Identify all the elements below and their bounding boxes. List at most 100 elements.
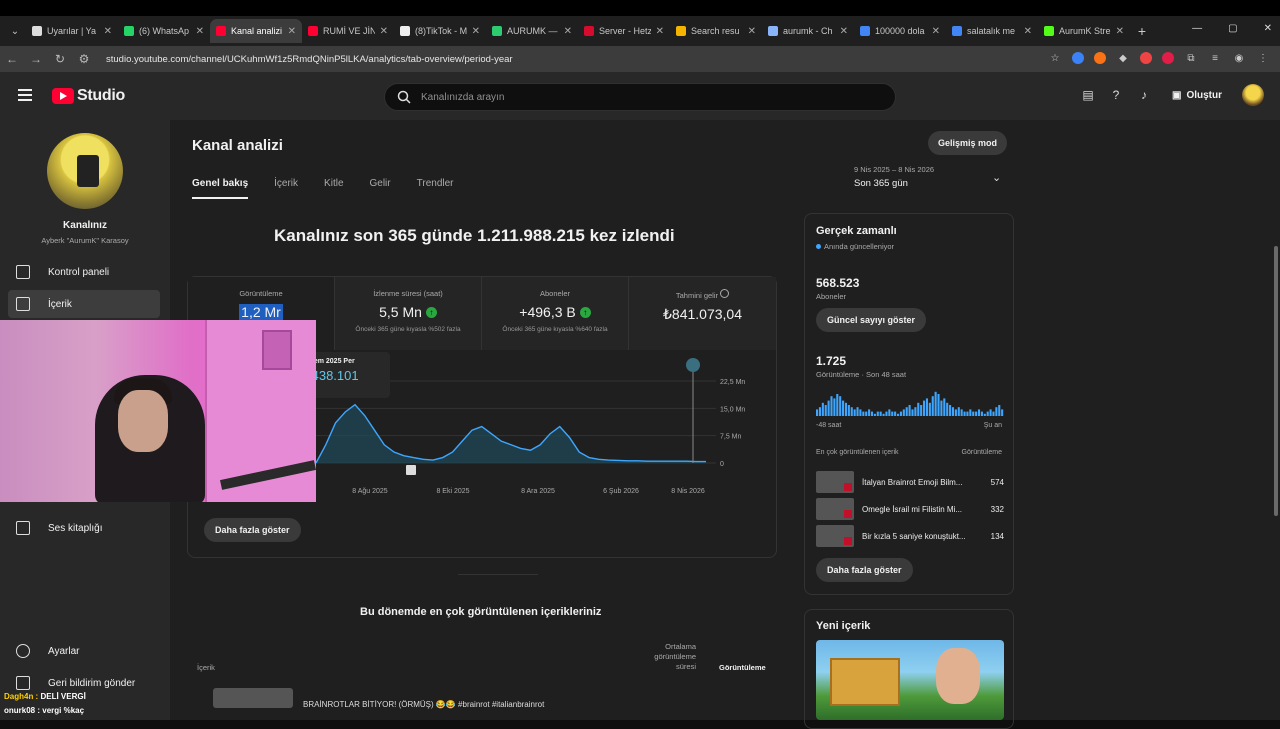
extensions-puzzle-icon[interactable]: ⧉ [1184, 51, 1198, 65]
tab-favicon-icon [860, 26, 870, 36]
webcam-face [118, 390, 168, 452]
video-views: 574 [990, 477, 1004, 487]
tab-trends[interactable]: Trendler [417, 178, 454, 199]
new-content-thumbnail[interactable] [816, 640, 1004, 720]
tab-favicon-icon [492, 26, 502, 36]
back-icon[interactable]: ← [0, 52, 24, 66]
tab-title: aurumk - Ch [783, 26, 833, 36]
realtime-row[interactable]: Omegle İsrail mi Filistin Mi... 332 [816, 498, 1004, 520]
close-tab-icon[interactable]: ✕ [472, 26, 480, 37]
sidebar-item-content[interactable]: İçerik [8, 290, 160, 318]
close-tab-icon[interactable]: ✕ [932, 26, 940, 37]
help-icon[interactable]: ? [1108, 87, 1124, 103]
sidebar-item-dashboard[interactable]: Kontrol paneli [8, 258, 160, 286]
close-tab-icon[interactable]: ✕ [1024, 26, 1032, 37]
media-controls-icon[interactable]: ≡ [1208, 51, 1222, 65]
create-button[interactable]: ▣ Oluştur [1164, 86, 1230, 105]
column-content[interactable]: İçerik [197, 663, 215, 672]
show-current-count-button[interactable]: Güncel sayıyı göster [816, 308, 927, 332]
browser-tab[interactable]: (6) WhatsAp ✕ [118, 19, 210, 43]
channel-avatar[interactable] [47, 133, 123, 209]
browser-tab[interactable]: Kanal analizi ✕ [210, 19, 302, 43]
browser-tab[interactable]: salatalık me ✕ [946, 19, 1038, 43]
metric-revenue[interactable]: Tahmini gelir ₺841.073,04 [629, 277, 776, 350]
close-tab-icon[interactable]: ✕ [748, 26, 756, 37]
close-tab-icon[interactable]: ✕ [288, 26, 296, 37]
extension-icon[interactable] [1140, 52, 1152, 64]
close-tab-icon[interactable]: ✕ [840, 26, 848, 37]
column-views[interactable]: Görüntüleme [719, 663, 766, 672]
browser-tab[interactable]: (8)TikTok - M ✕ [394, 19, 486, 43]
tab-revenue[interactable]: Gelir [370, 178, 391, 199]
realtime-row[interactable]: İtalyan Brainrot Emoji Bilm... 574 [816, 471, 1004, 493]
realtime-bar [879, 411, 882, 416]
tab-search-chevron-icon[interactable]: ⌄ [4, 20, 26, 42]
video-marker-icon[interactable] [406, 465, 416, 475]
notifications-bell-icon[interactable]: ♪ [1136, 87, 1152, 103]
browser-tab[interactable]: RUMİ VE JİN ✕ [302, 19, 394, 43]
realtime-show-more-button[interactable]: Daha fazla göster [816, 558, 913, 582]
search-input[interactable]: Kanalınızda arayın [421, 92, 504, 103]
close-tab-icon[interactable]: ✕ [380, 26, 388, 37]
close-window-icon[interactable]: ✕ [1264, 23, 1272, 34]
realtime-bar [896, 413, 900, 416]
new-tab-button[interactable]: + [1130, 23, 1154, 39]
studio-header: Studio Kanalınızda arayın ▤ ? ♪ ▣ Oluştu… [0, 72, 1280, 120]
realtime-row[interactable]: Bir kızla 5 saniye konuştukt... 134 [816, 525, 1004, 547]
tab-audience[interactable]: Kitle [324, 178, 343, 199]
extension-icon[interactable] [1072, 52, 1084, 64]
reload-icon[interactable]: ↻ [48, 52, 72, 66]
browser-tab[interactable]: AurumK Stre ✕ [1038, 19, 1130, 43]
close-tab-icon[interactable]: ✕ [564, 26, 572, 37]
browser-tab[interactable]: Server - Hetz ✕ [578, 19, 670, 43]
browser-tab[interactable]: aurumk - Ch ✕ [762, 19, 854, 43]
browser-tab[interactable]: 100000 dola ✕ [854, 19, 946, 43]
extension-icon[interactable] [1162, 52, 1174, 64]
hamburger-menu-icon[interactable] [18, 89, 32, 104]
account-avatar[interactable] [1242, 84, 1264, 106]
realtime-bar [842, 400, 845, 416]
close-tab-icon[interactable]: ✕ [196, 26, 204, 37]
sidebar-item-audio-library[interactable]: Ses kitaplığı [8, 514, 160, 542]
channel-subtitle: Ayberk "AurumK" Karasoy [41, 236, 129, 245]
menu-kebab-icon[interactable]: ⋮ [1256, 51, 1270, 65]
close-tab-icon[interactable]: ✕ [104, 26, 112, 37]
browser-tab[interactable]: Uyarılar | Ya ✕ [26, 19, 118, 43]
close-tab-icon[interactable]: ✕ [1116, 26, 1124, 37]
metric-subscribers[interactable]: Aboneler +496,3 B ↑ Önceki 365 güne kıyas… [482, 277, 629, 350]
profile-icon[interactable]: ◉ [1232, 51, 1246, 65]
tab-content[interactable]: İçerik [274, 178, 298, 199]
realtime-bar [963, 411, 966, 416]
sidebar-item-settings[interactable]: Ayarlar [8, 637, 160, 665]
scrollbar[interactable] [1274, 246, 1278, 516]
browser-tab[interactable]: AURUMK — ✕ [486, 19, 578, 43]
date-range-selector[interactable]: 9 Nis 2025 – 8 Nis 2026 Son 365 gün ⌄ [854, 165, 1001, 189]
info-icon[interactable] [720, 289, 730, 298]
column-avg-duration[interactable]: Ortalama görüntüleme süresi [640, 642, 696, 672]
site-info-icon[interactable]: ⚙ [72, 52, 96, 66]
content-title[interactable]: BRAİNROTLAR BİTİYOR! (ÖRMÜŞ) 😂😂 #brainro… [303, 700, 544, 709]
extension-icon[interactable] [1094, 52, 1106, 64]
browser-tab[interactable]: Search resu ✕ [670, 19, 762, 43]
tab-title: Search resu [691, 26, 740, 36]
gear-icon [16, 644, 30, 658]
metric-watch-time[interactable]: İzlenme süresi (saat) 5,5 Mn ↑ Önceki 365… [335, 277, 482, 350]
search-bar[interactable]: Kanalınızda arayın [384, 83, 896, 111]
messages-icon[interactable]: ▤ [1080, 87, 1096, 103]
video-title: Omegle İsrail mi Filistin Mi... [862, 504, 963, 514]
tab-overview[interactable]: Genel bakış [192, 178, 249, 199]
realtime-bar-chart[interactable] [816, 388, 1004, 416]
advanced-mode-button[interactable]: Gelişmiş mod [928, 131, 1008, 155]
webcam-overlay [0, 320, 316, 502]
maximize-icon[interactable]: ▢ [1228, 23, 1237, 34]
bookmark-star-icon[interactable]: ☆ [1048, 51, 1062, 65]
realtime-bar [836, 394, 839, 416]
close-tab-icon[interactable]: ✕ [656, 26, 664, 37]
forward-icon[interactable]: → [24, 52, 48, 66]
extension-diamond-icon[interactable]: ◆ [1116, 51, 1130, 65]
show-more-button[interactable]: Daha fazla göster [204, 518, 301, 542]
chart-marker-icon[interactable] [686, 358, 700, 372]
url-text[interactable]: studio.youtube.com/channel/UCKuhmWf1z5Rm… [106, 54, 513, 65]
studio-logo[interactable]: Studio [52, 87, 125, 105]
minimize-icon[interactable]: — [1192, 23, 1202, 34]
